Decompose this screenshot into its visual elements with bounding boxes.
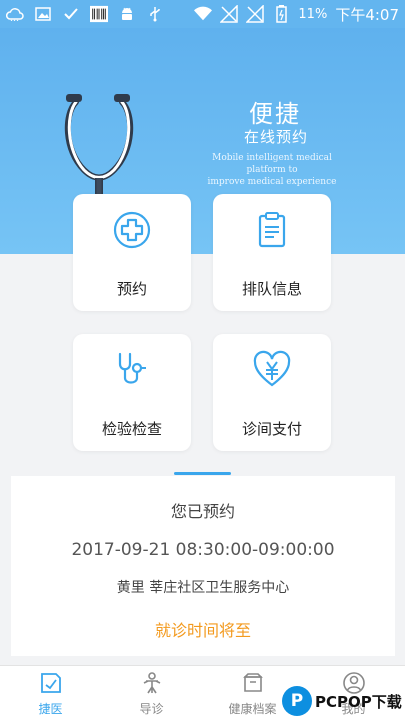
pcpop-watermark: P PCPOP下载 [282,682,405,720]
barcode-icon [90,5,108,23]
guide-icon [143,672,160,694]
clock: 下午4:07 [335,5,399,24]
check-icon [62,6,80,22]
android-icon [118,6,136,22]
feature-card-clinic-payment[interactable]: 诊间支付 [213,334,331,451]
page-indicator [174,472,231,475]
medical-cross-icon [113,211,151,249]
stethoscope-icon [118,352,146,384]
tab-jieyi[interactable]: 捷医 [0,666,101,720]
feature-label: 预约 [116,280,147,298]
watermark-logo-icon: P [282,686,312,716]
image-icon [34,6,52,22]
appointment-card[interactable]: 您已预约 2017-09-21 08:30:00-09:00:00 黄里 莘庄社… [11,476,395,656]
appointment-title: 您已预约 [170,502,235,521]
feature-label: 排队信息 [241,280,302,298]
battery-percent: 11% [298,6,328,22]
tab-label: 导诊 [139,702,164,716]
feature-card-lab-tests[interactable]: 检验检查 [73,334,191,451]
home-doc-icon [40,673,61,693]
appointment-place: 黄里 莘庄社区卫生服务中心 [116,580,290,596]
feature-card-appointment[interactable]: 预约 [73,194,191,311]
appointment-status: 就诊时间将至 [154,621,251,640]
hero-english-tagline: Mobile intelligent medical platform to i… [196,152,348,188]
feature-label: 诊间支付 [241,420,302,438]
cloud-icon [6,6,24,22]
system-icons: 11% 下午4:07 [194,4,399,25]
hero-english-line-2: improve medical experience [207,177,337,187]
tab-label: 健康档案 [228,702,277,716]
feature-label: 检验检查 [101,420,162,438]
no-signal-icon [220,5,239,23]
watermark-text: PCPOP下载 [315,692,402,711]
appointment-time: 2017-09-21 08:30:00-09:00:00 [71,540,335,560]
yuan-heart-icon [253,350,291,387]
clipboard-icon [258,212,286,248]
status-bar: 11% 下午4:07 [0,0,405,28]
hero-banner: 便捷 在线预约 Mobile intelligent medical platf… [0,28,405,254]
feature-card-queue-info[interactable]: 排队信息 [213,194,331,311]
hero-title: 便捷 [249,100,301,128]
wifi-icon [194,6,213,22]
hero-subtitle: 在线预约 [243,128,308,146]
tab-label: 捷医 [38,702,63,716]
battery-icon [272,5,290,23]
no-signal-icon-2 [246,5,265,23]
tab-guide[interactable]: 导诊 [101,666,202,720]
hero-english-line-1: Mobile intelligent medical platform to [212,153,332,175]
usb-icon [146,6,164,22]
archive-icon [242,673,263,692]
notification-icons [6,5,164,23]
